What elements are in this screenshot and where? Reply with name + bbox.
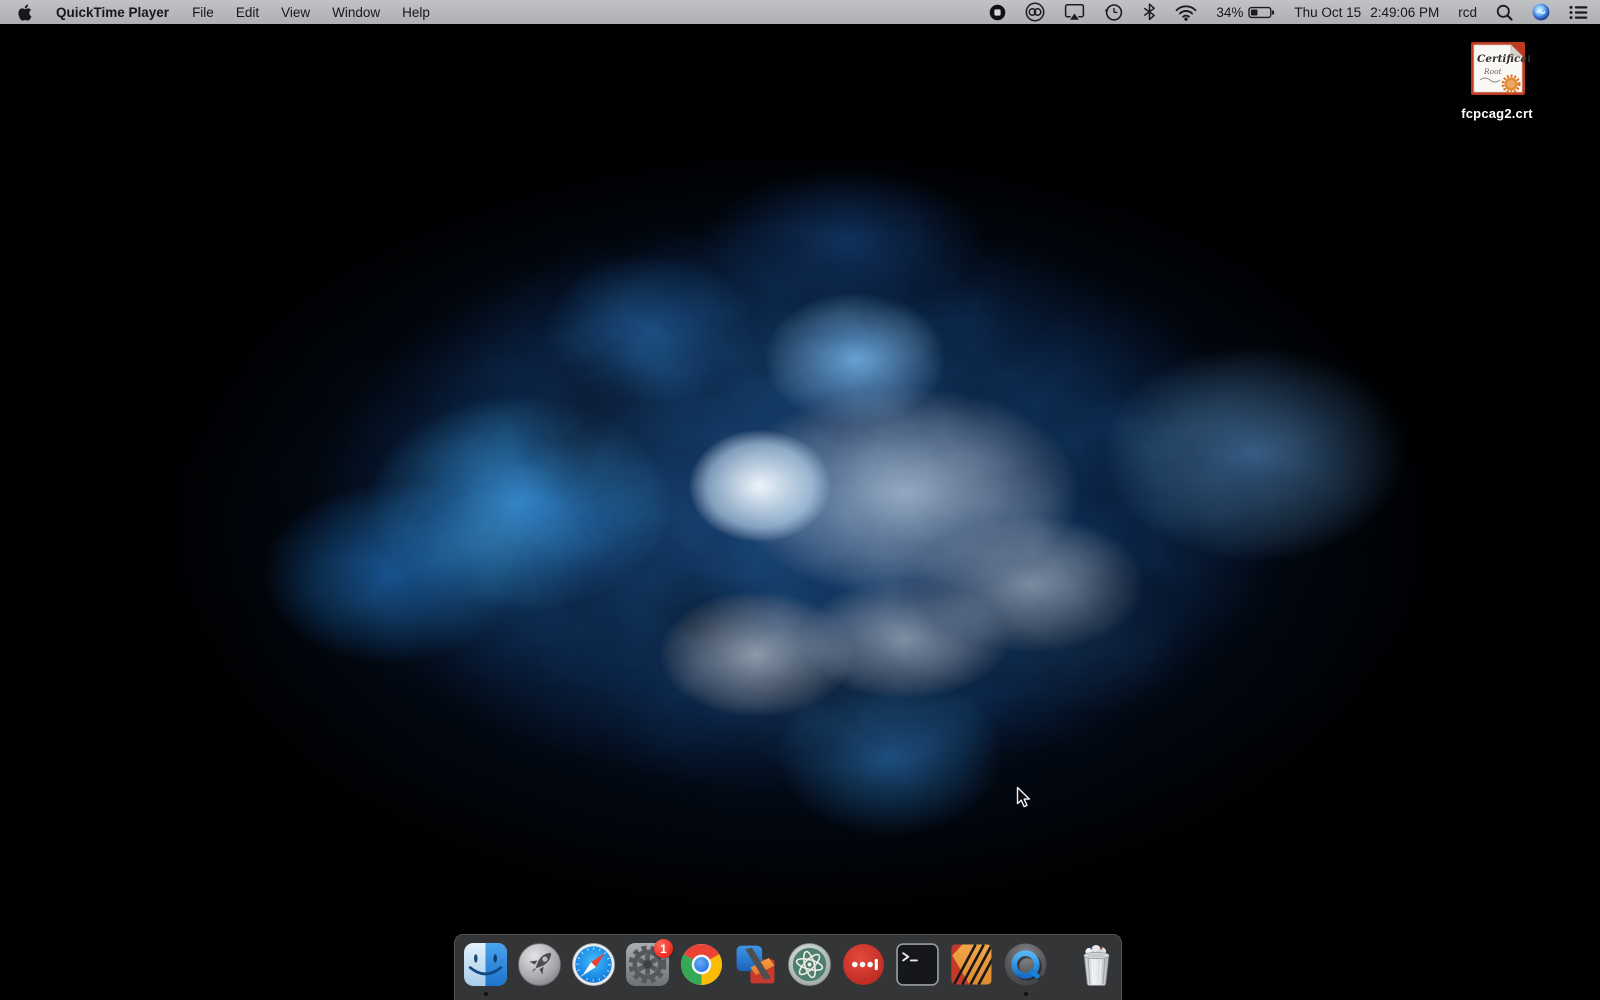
macos-desktop: { "menu_bar": { "app_name": "QuickTime P…: [0, 0, 1600, 1000]
notification-badge: 1: [654, 939, 673, 958]
notification-center-menu[interactable]: [1569, 0, 1588, 24]
apple-menu[interactable]: [10, 0, 44, 24]
atom-icon: [787, 942, 832, 987]
dock-item-launchpad[interactable]: [517, 942, 562, 998]
screen-recording-stop-button[interactable]: [989, 0, 1006, 24]
dock-item-vmware-fusion[interactable]: [733, 942, 778, 998]
spotlight-search-icon: [1496, 4, 1513, 21]
running-indicator: [484, 992, 488, 996]
menu-bar-clock[interactable]: Thu Oct 15 2:49:06 PM: [1294, 0, 1439, 24]
siri-menu[interactable]: [1532, 0, 1550, 24]
desktop-wallpaper: [0, 24, 1600, 1000]
dock-item-terminal[interactable]: [895, 942, 940, 998]
lastpass-icon: [841, 942, 886, 987]
wifi-icon: [1175, 4, 1197, 21]
apple-logo-icon: [18, 4, 32, 21]
mouse-cursor: [1016, 786, 1032, 814]
user-switch-menu[interactable]: rcd: [1458, 0, 1477, 24]
affinity-publisher-icon: [949, 942, 994, 987]
airplay-display-icon: [1064, 3, 1085, 21]
launchpad-icon: [517, 942, 562, 987]
battery-menu[interactable]: 34%: [1216, 0, 1275, 24]
chrome-icon: [679, 942, 724, 987]
siri-icon: [1532, 3, 1550, 21]
vmware-fusion-icon: [733, 942, 778, 987]
quicktime-player-icon: [1003, 942, 1048, 987]
menu-view[interactable]: View: [270, 0, 321, 24]
dock-item-finder[interactable]: [463, 942, 508, 998]
trash-full-icon: [1074, 942, 1119, 987]
safari-icon: [571, 942, 616, 987]
menu-edit[interactable]: Edit: [225, 0, 270, 24]
record-stop-icon: [989, 4, 1006, 21]
clock-date: Thu Oct 15: [1294, 5, 1361, 20]
bluetooth-icon: [1143, 3, 1156, 21]
dock-item-quicktime-player[interactable]: [1003, 942, 1048, 998]
clock-time: 2:49:06 PM: [1370, 5, 1439, 20]
running-indicator: [1024, 992, 1028, 996]
cloud-noise-texture: [0, 24, 1600, 1000]
certificate-subtitle-text: Root: [1483, 67, 1503, 76]
menu-file[interactable]: File: [181, 0, 225, 24]
dock-item-lastpass[interactable]: [841, 942, 886, 998]
adobe-creative-cloud-menu[interactable]: [1025, 0, 1045, 24]
time-machine-menu[interactable]: [1104, 0, 1124, 24]
dock-item-system-preferences[interactable]: 1: [625, 942, 670, 998]
spotlight-menu[interactable]: [1496, 0, 1513, 24]
wifi-menu[interactable]: [1175, 0, 1197, 24]
app-menu-title[interactable]: QuickTime Player: [44, 0, 181, 24]
dock-item-safari[interactable]: [571, 942, 616, 998]
dock-item-trash[interactable]: [1074, 942, 1119, 998]
time-machine-icon: [1104, 2, 1124, 22]
desktop-icon-fcpcag2-crt[interactable]: Certificate Root fcpcag2.crt: [1437, 40, 1557, 121]
terminal-icon: [895, 942, 940, 987]
certificate-title-text: Certificate: [1477, 53, 1530, 65]
airplay-display-menu[interactable]: [1064, 0, 1085, 24]
menu-window[interactable]: Window: [321, 0, 391, 24]
dock: 1: [454, 934, 1122, 1000]
desktop-icon-label: fcpcag2.crt: [1437, 106, 1557, 121]
battery-percent: 34%: [1216, 5, 1243, 20]
dock-item-atom[interactable]: [787, 942, 832, 998]
adobe-creative-cloud-icon: [1025, 2, 1045, 22]
dock-item-chrome[interactable]: [679, 942, 724, 998]
notification-center-icon: [1569, 5, 1588, 20]
finder-icon: [463, 942, 508, 987]
dock-item-affinity-publisher[interactable]: [949, 942, 994, 998]
certificate-file-icon: Certificate Root: [1464, 40, 1530, 98]
menu-bar: QuickTime Player File Edit View Window H…: [0, 0, 1600, 24]
menu-help[interactable]: Help: [391, 0, 441, 24]
bluetooth-menu[interactable]: [1143, 0, 1156, 24]
battery-icon: [1248, 4, 1275, 21]
